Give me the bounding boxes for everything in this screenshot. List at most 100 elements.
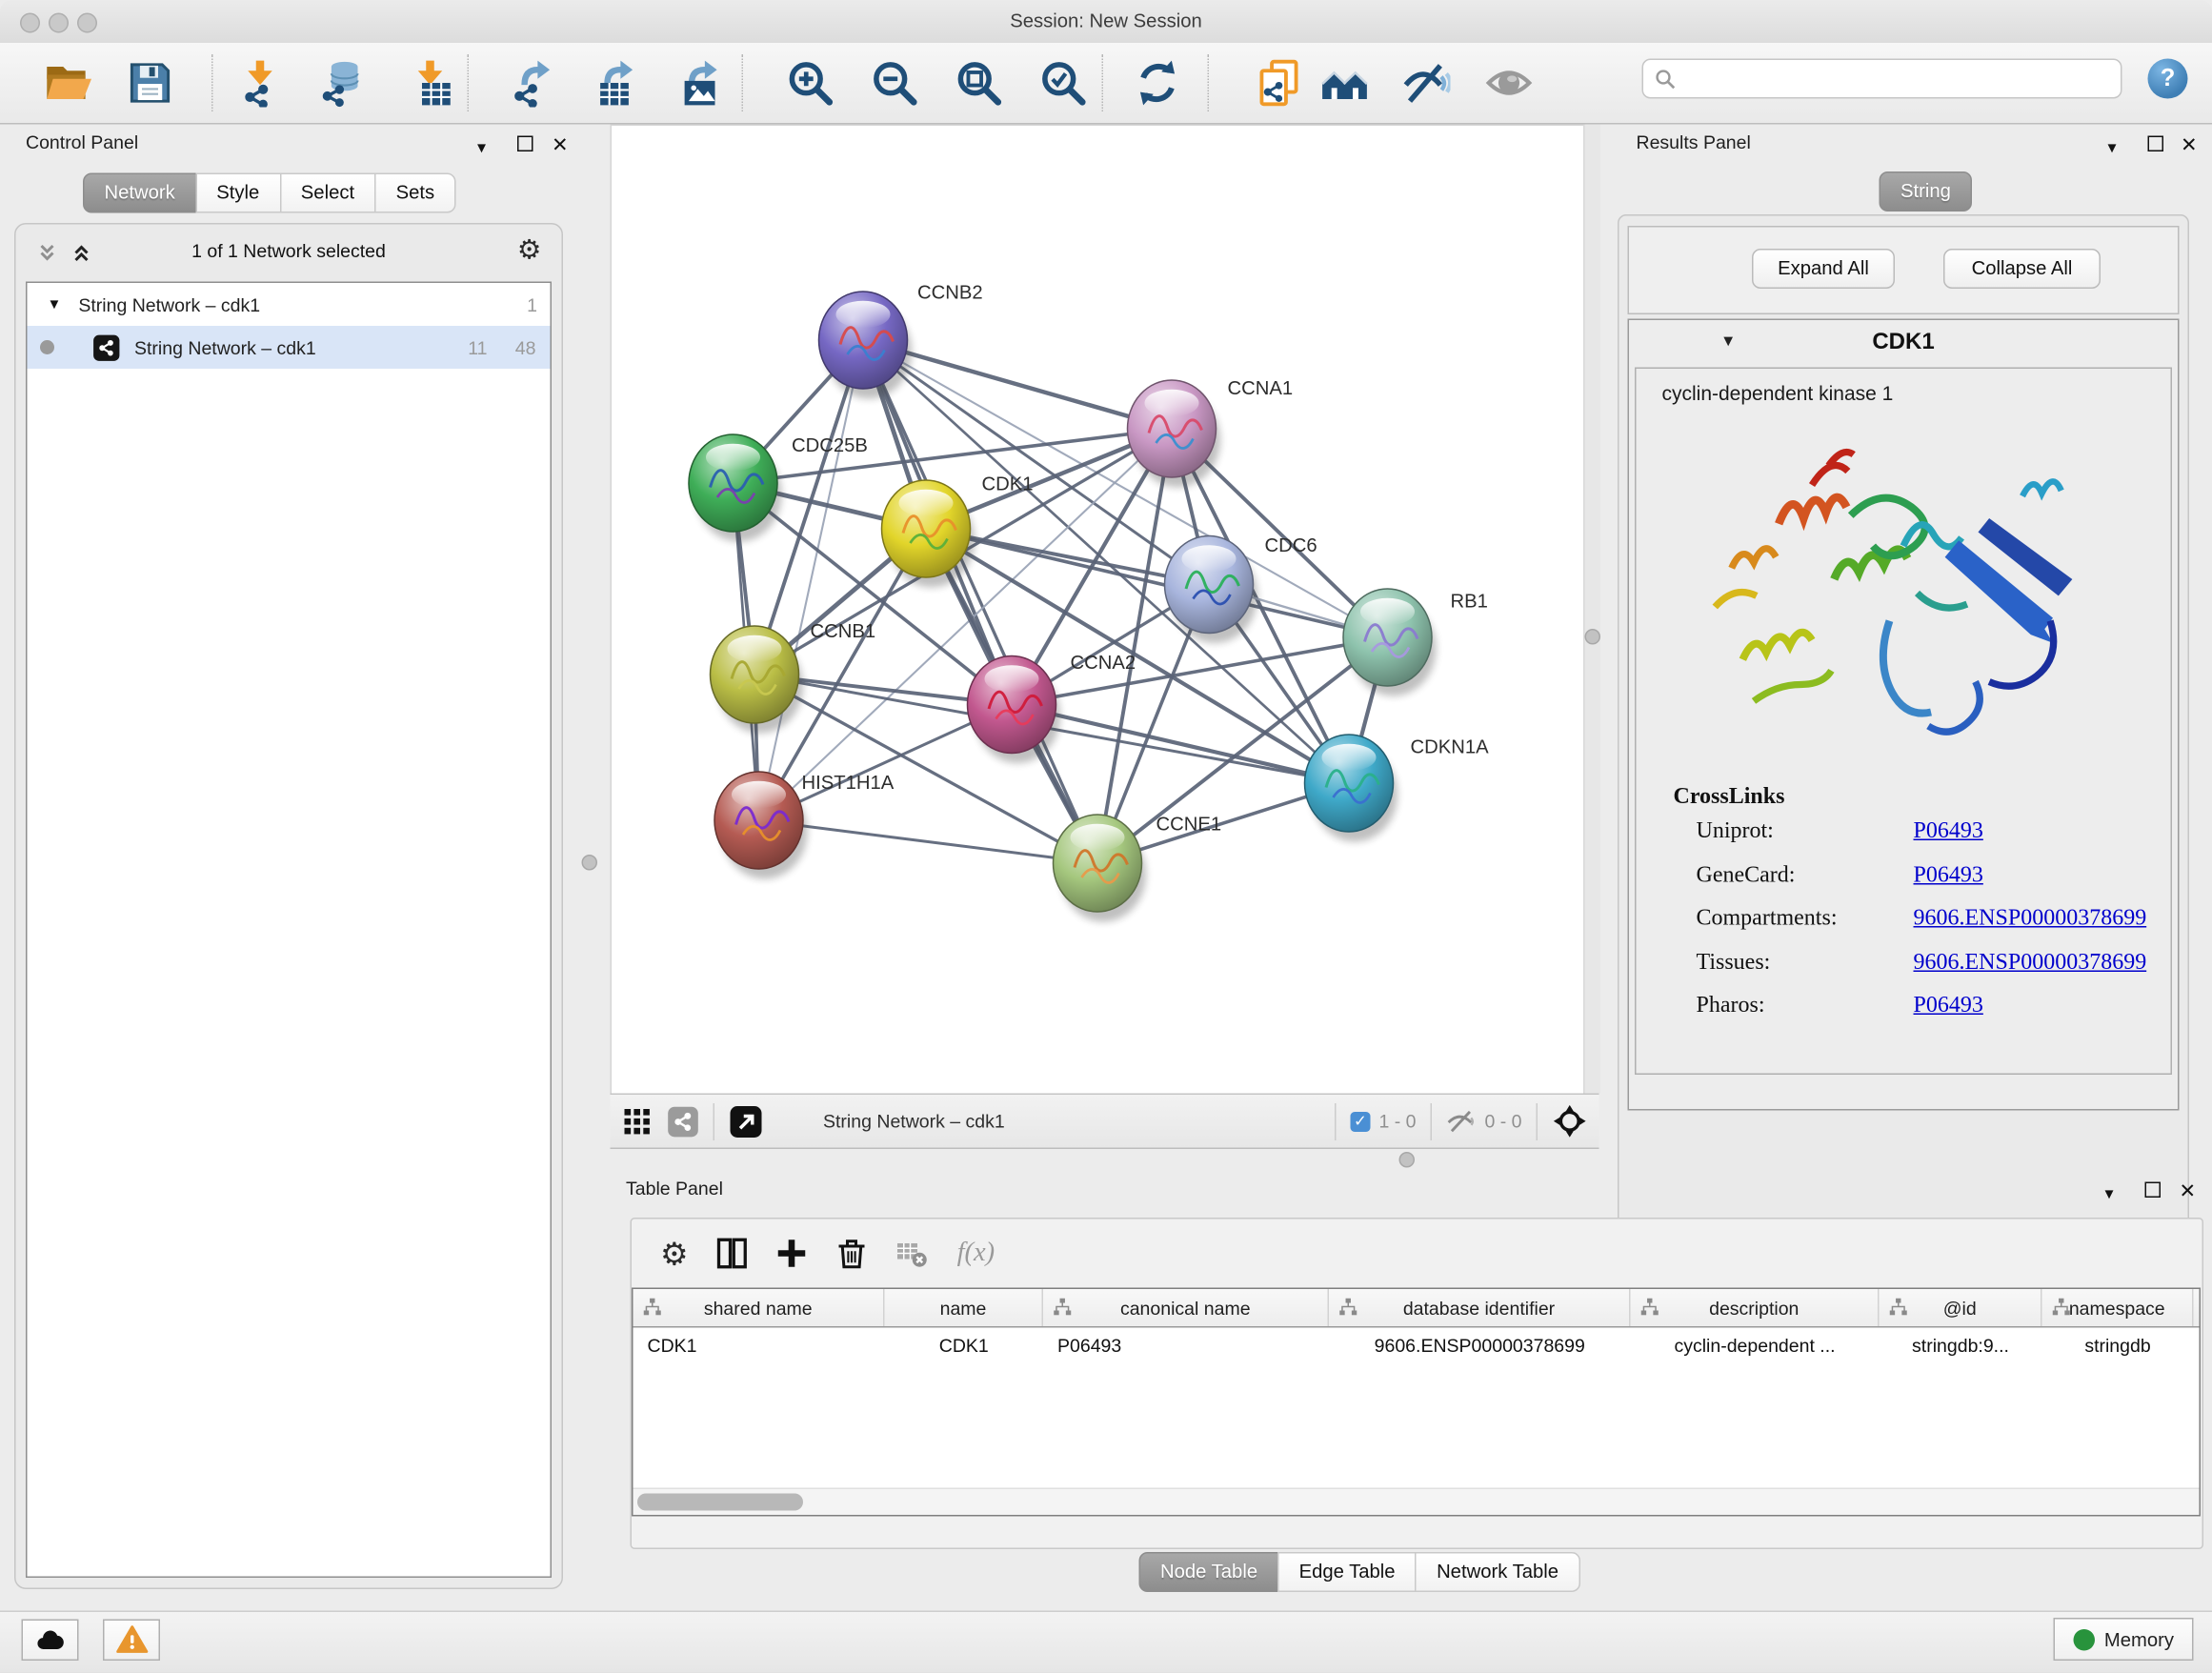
column-header-label: description <box>1709 1297 1799 1319</box>
tab-string[interactable]: String <box>1880 171 1973 212</box>
panel-float-icon[interactable]: ▾ <box>477 136 486 159</box>
memory-button[interactable]: Memory <box>2054 1618 2194 1661</box>
panel-maximize-icon[interactable] <box>2145 1180 2162 1203</box>
network-right-splitter[interactable] <box>1583 125 1600 1094</box>
network-options-gear-icon[interactable]: ⚙ <box>517 237 542 265</box>
search-field[interactable] <box>1642 59 2122 99</box>
column-header-database-identifier[interactable]: database identifier <box>1329 1289 1631 1326</box>
table-cell[interactable]: CDK1 <box>885 1328 1044 1365</box>
tab-edge-table[interactable]: Edge Table <box>1277 1552 1417 1592</box>
cloud-button[interactable] <box>22 1620 79 1662</box>
network-node-CDKN1A[interactable]: CDKN1A <box>1305 735 1490 842</box>
tab-select[interactable]: Select <box>279 173 375 213</box>
expand-all-button[interactable]: Expand All <box>1752 249 1895 289</box>
export-table-icon[interactable] <box>591 59 639 108</box>
hide-graphics-eye-slash-icon[interactable] <box>1402 59 1451 108</box>
zoom-out-icon[interactable] <box>871 59 919 108</box>
right-splitter-handle[interactable] <box>1585 629 1601 645</box>
create-column-plus-icon[interactable] <box>774 1237 809 1271</box>
network-node-RB1[interactable]: RB1 <box>1343 589 1488 696</box>
table-panel-tabs: Node Table Edge Table Network Table <box>1139 1552 1580 1592</box>
navigator-crosshair-icon[interactable] <box>1552 1103 1588 1139</box>
network-collection-row[interactable]: ▼ String Network – cdk1 1 <box>28 283 551 326</box>
network-node-HIST1H1A[interactable]: HIST1H1A <box>714 772 895 879</box>
column-header-shared-name[interactable]: shared name <box>633 1289 885 1326</box>
open-session-icon[interactable] <box>43 59 91 108</box>
open-in-window-icon[interactable] <box>729 1104 763 1139</box>
footer-separator <box>1335 1102 1337 1139</box>
zoom-in-icon[interactable] <box>786 59 835 108</box>
tree-expander-icon[interactable]: ▼ <box>48 296 62 312</box>
network-view-canvas[interactable]: CCNB2 CCNA1 CDC25BCDK1 CDC6RB1 CCNB1 CCNA2 CDK… <box>611 125 1585 1096</box>
apply-layout-refresh-icon[interactable] <box>1134 59 1182 108</box>
import-database-icon[interactable] <box>317 59 366 108</box>
table-cell[interactable]: CDK1 <box>633 1328 885 1365</box>
crosslink-value-link[interactable]: P06493 <box>1914 985 1983 1029</box>
zoom-window-icon[interactable] <box>77 13 97 33</box>
table-options-gear-icon[interactable]: ⚙ <box>660 1240 689 1267</box>
column-header-name[interactable]: name <box>885 1289 1044 1326</box>
scrollbar-thumb[interactable] <box>637 1494 803 1511</box>
panel-maximize-icon[interactable] <box>2148 134 2164 157</box>
table-cell[interactable]: cyclin-dependent ... <box>1631 1328 1880 1365</box>
close-window-icon[interactable] <box>20 13 40 33</box>
copy-pages-icon[interactable] <box>1255 59 1303 108</box>
column-header-canonical-name[interactable]: canonical name <box>1043 1289 1329 1326</box>
table-horizontal-scrollbar[interactable] <box>633 1488 2200 1516</box>
left-splitter-handle[interactable] <box>582 855 598 871</box>
show-columns-icon[interactable] <box>714 1237 749 1271</box>
column-header-namespace[interactable]: namespace <box>2042 1289 2194 1326</box>
network-node-CDC25B[interactable]: CDC25B <box>689 434 868 542</box>
network-row[interactable]: String Network – cdk1 11 48 <box>28 326 551 369</box>
hidden-items-eye-slash-icon[interactable] <box>1446 1106 1477 1137</box>
column-header-description[interactable]: description <box>1631 1289 1880 1326</box>
network-share-icon-gray[interactable] <box>668 1105 699 1137</box>
crosslink-value-link[interactable]: P06493 <box>1914 811 1983 855</box>
birds-eye-grid-icon[interactable] <box>625 1108 651 1134</box>
network-node-CCNA1[interactable]: CCNA1 <box>1128 378 1294 487</box>
table-cell[interactable]: P06493 <box>1043 1328 1329 1365</box>
crosslink-value-link[interactable]: 9606.ENSP00000378699 <box>1914 941 2147 985</box>
table-cell[interactable]: stringdb <box>2042 1328 2194 1365</box>
export-image-icon[interactable] <box>674 59 723 108</box>
table-row[interactable]: CDK1CDK1P064939606.ENSP00000378699cyclin… <box>633 1328 2200 1365</box>
gene-section-header[interactable]: ▼ CDK1 <box>1629 320 2178 366</box>
search-input[interactable] <box>1685 67 2122 91</box>
panel-float-icon[interactable]: ▾ <box>2105 1182 2114 1205</box>
tab-network-table[interactable]: Network Table <box>1416 1552 1580 1592</box>
help-icon[interactable]: ? <box>2148 59 2188 99</box>
panel-maximize-icon[interactable] <box>517 134 533 157</box>
panel-close-icon[interactable]: ✕ <box>2181 133 2198 156</box>
save-session-icon[interactable] <box>126 59 174 108</box>
export-network-icon[interactable] <box>508 59 556 108</box>
import-network-icon[interactable] <box>236 59 285 108</box>
tab-style[interactable]: Style <box>195 173 281 213</box>
minimize-window-icon[interactable] <box>49 13 69 33</box>
table-cell[interactable]: stringdb:9... <box>1880 1328 2042 1365</box>
delete-column-trash-icon[interactable] <box>835 1237 869 1271</box>
network-node-CCNB1[interactable]: CCNB1 <box>711 621 876 734</box>
panel-float-icon[interactable]: ▾ <box>2108 136 2117 159</box>
panel-close-icon[interactable]: ✕ <box>552 133 569 156</box>
network-node-CDK1[interactable]: CDK1 <box>882 474 1034 588</box>
zoom-selected-icon[interactable] <box>1039 59 1088 108</box>
bottom-splitter-handle[interactable] <box>1399 1152 1416 1168</box>
network-node-CDC6[interactable]: CDC6 <box>1165 535 1317 643</box>
string-network-graph[interactable]: CCNB2 CCNA1 CDC25BCDK1 CDC6RB1 CCNB1 CCNA2 CDK… <box>612 126 1585 1095</box>
tab-node-table[interactable]: Node Table <box>1139 1552 1279 1592</box>
warning-button[interactable] <box>103 1620 160 1662</box>
tab-network[interactable]: Network <box>83 173 196 213</box>
table-cell[interactable]: 9606.ENSP00000378699 <box>1329 1328 1631 1365</box>
network-node-CCNA2[interactable]: CCNA2 <box>968 653 1136 763</box>
collapse-all-button[interactable]: Collapse All <box>1943 249 2101 289</box>
houses-icon[interactable] <box>1320 59 1369 108</box>
network-node-CCNB2[interactable]: CCNB2 <box>819 283 983 399</box>
zoom-fit-icon[interactable] <box>955 59 1003 108</box>
import-table-icon[interactable] <box>406 59 454 108</box>
crosslink-value-link[interactable]: 9606.ENSP00000378699 <box>1914 897 2147 941</box>
crosslink-value-link[interactable]: P06493 <box>1914 854 1983 897</box>
panel-close-icon[interactable]: ✕ <box>2180 1179 2197 1202</box>
tab-sets[interactable]: Sets <box>374 173 456 213</box>
selected-nodes-checkbox-icon[interactable]: ✓ <box>1350 1111 1370 1131</box>
column-header--id[interactable]: @id <box>1880 1289 2042 1326</box>
